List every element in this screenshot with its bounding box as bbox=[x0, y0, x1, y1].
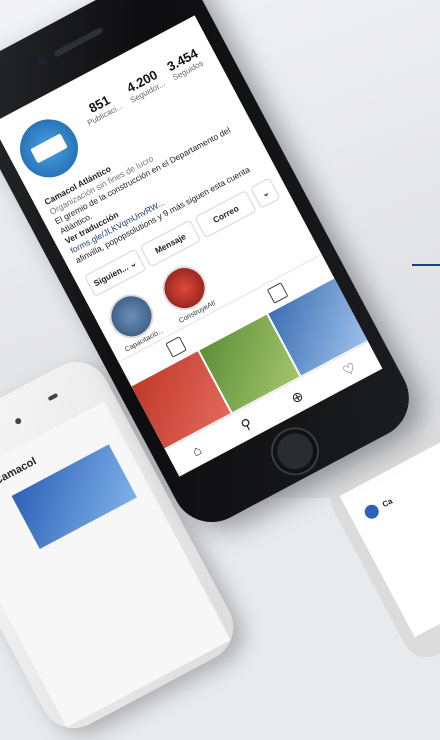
profile-name: Ca bbox=[380, 496, 395, 510]
accent-line bbox=[412, 264, 440, 266]
logo-icon bbox=[30, 133, 68, 164]
phone-speaker bbox=[47, 392, 59, 402]
phone-speaker bbox=[53, 26, 104, 58]
grid-icon[interactable] bbox=[164, 336, 187, 358]
more-button[interactable]: ⌄ bbox=[249, 177, 281, 209]
phone-camera bbox=[36, 55, 48, 67]
phone-camera bbox=[14, 417, 23, 426]
stat-followers[interactable]: 4.200 Seguidor... bbox=[122, 66, 167, 105]
profile-stats: 851 Publicaci... 4.200 Seguidor... 3.454… bbox=[74, 43, 209, 130]
search-icon[interactable]: ⚲ bbox=[238, 414, 255, 434]
tagged-icon[interactable] bbox=[266, 282, 289, 304]
stat-following[interactable]: 3.454 Seguidos bbox=[164, 45, 205, 83]
home-icon[interactable]: ⌂ bbox=[189, 441, 204, 459]
profile-avatar bbox=[362, 502, 382, 522]
stat-posts[interactable]: 851 Publicaci... bbox=[79, 88, 124, 127]
heart-icon[interactable]: ♡ bbox=[340, 359, 359, 380]
profile-name: Camacol bbox=[0, 455, 39, 488]
add-post-icon[interactable]: ⊕ bbox=[288, 387, 306, 408]
profile-avatar[interactable] bbox=[9, 109, 89, 188]
